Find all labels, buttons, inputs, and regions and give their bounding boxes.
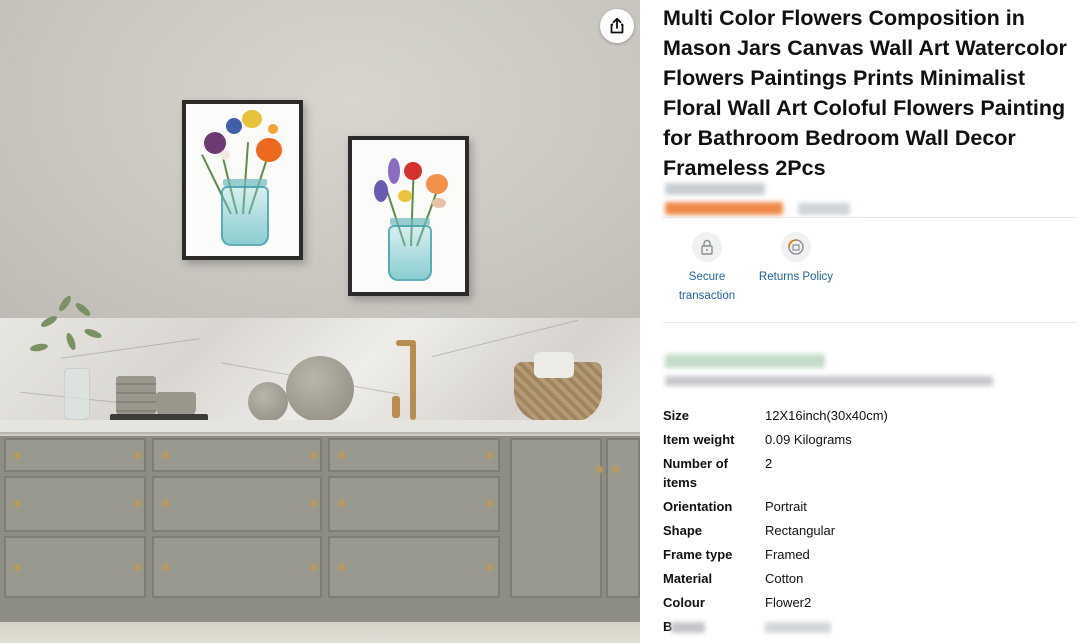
product-image[interactable] [0,0,640,643]
divider [663,322,1077,323]
spec-row-orientation: Orientation Portrait [663,497,1077,516]
spec-value: 12X16inch(30x40cm) [765,408,888,423]
blurred-brand-value [765,622,831,633]
blurred-rating [665,183,765,195]
spec-value: 2 [765,456,773,471]
returns-icon [781,232,811,262]
spec-key: Colour [663,595,705,610]
spec-value: 0.09 Kilograms [765,432,852,447]
spec-row-size: Size 12X16inch(30x40cm) [663,406,1077,425]
product-details: Multi Color Flowers Composition in Mason… [663,0,1077,643]
floor [0,622,640,643]
basket-cloth [534,352,574,378]
blurred-price [665,202,783,215]
spec-key: Orientation [663,499,733,514]
countertop [0,420,640,434]
returns-policy-label: Returns Policy [758,271,834,283]
plate-large [286,356,354,422]
blurred-subtext [665,376,993,386]
product-title: Multi Color Flowers Composition in Mason… [663,6,1067,180]
blurred-heading [665,354,825,368]
spec-value: Rectangular [765,523,836,538]
returns-policy-feature[interactable]: Returns Policy [757,232,835,287]
spec-key: Material [663,571,713,586]
spec-key: Size [663,408,690,423]
specifications-table: Size 12X16inch(30x40cm) Item weight 0.09… [663,406,1077,641]
spec-value: Portrait [765,499,807,514]
blurred-brand-key [671,622,705,633]
spec-row-shape: Shape Rectangular [663,521,1077,540]
spec-row-material: Material Cotton [663,569,1077,588]
blurred-price-extra [798,203,850,215]
spec-key: Frame type [663,547,733,562]
spec-row-brand: B [663,617,1077,636]
spec-row-colour: Colour Flower2 [663,593,1077,612]
divider [663,217,1077,218]
share-button[interactable] [600,9,634,43]
spec-key: Item weight [663,432,735,447]
spec-row-number-of-items: Number of items 2 [663,454,1077,492]
secure-transaction-label: Secure transaction [678,271,736,302]
spec-row-frame-type: Frame type Framed [663,545,1077,564]
spec-key: Shape [663,523,703,538]
spec-value: Flower2 [765,595,812,610]
share-icon [610,17,624,34]
framed-print-left [182,100,303,260]
spec-row-item-weight: Item weight 0.09 Kilograms [663,430,1077,449]
plate-small [248,382,288,422]
framed-print-right [348,136,469,296]
kitchen-cabinet [0,436,640,626]
lock-icon [692,232,722,262]
spec-value: Framed [765,547,810,562]
bowl-stack [116,376,156,418]
wall [0,0,640,330]
spec-key: Number of items [663,456,728,490]
secure-transaction-feature[interactable]: Secure transaction [671,232,743,306]
spec-value: Cotton [765,571,804,586]
